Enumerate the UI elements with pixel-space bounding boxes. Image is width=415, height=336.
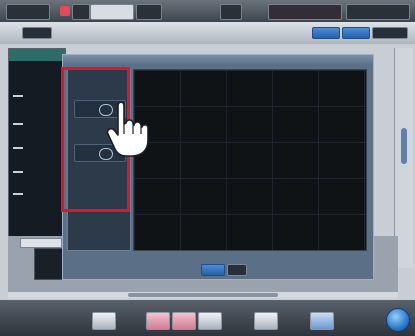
hand-pointer-icon: [106, 101, 149, 157]
ok-button[interactable]: [201, 264, 225, 276]
status-field: [268, 4, 342, 20]
top-indicator: [220, 4, 242, 20]
toolbar-button-right[interactable]: [372, 27, 408, 39]
side-scroll-handle[interactable]: [401, 128, 407, 164]
warning-icon: [60, 6, 70, 16]
toolbar-button-left[interactable]: [22, 27, 52, 39]
top-right-controls[interactable]: [346, 4, 410, 20]
study-list-panel: [8, 48, 66, 238]
bottom-button-6[interactable]: [310, 312, 334, 330]
tab-active[interactable]: [90, 4, 134, 20]
bottom-button-1[interactable]: [92, 312, 116, 330]
list-item[interactable]: [13, 147, 23, 149]
tab-secondary[interactable]: [136, 4, 162, 20]
dialog-title: [63, 55, 373, 65]
bottom-button-5[interactable]: [254, 312, 278, 330]
top-left-status: [6, 4, 50, 20]
toolbar-button-blue-2[interactable]: [342, 27, 370, 39]
bottom-bar: [0, 300, 415, 336]
horizontal-scrollbar[interactable]: [8, 292, 398, 298]
list-item[interactable]: [13, 95, 23, 97]
image-grid-area[interactable]: [133, 69, 367, 251]
top-button-a[interactable]: [72, 4, 90, 20]
confirm-round-button[interactable]: [386, 308, 410, 332]
list-item[interactable]: [13, 171, 23, 173]
bottom-button-4[interactable]: [198, 312, 222, 330]
bottom-button-3[interactable]: [172, 312, 196, 330]
list-item[interactable]: [13, 193, 23, 195]
scrollbar-thumb[interactable]: [128, 293, 278, 297]
thumbnail-tab[interactable]: [20, 238, 62, 248]
list-item[interactable]: [13, 123, 23, 125]
cancel-button[interactable]: [227, 264, 247, 276]
bottom-button-2[interactable]: [146, 312, 170, 330]
toolbar-button-blue[interactable]: [312, 27, 340, 39]
top-bar: [0, 0, 415, 22]
toolbar: [0, 22, 415, 44]
panel-header: [9, 49, 65, 61]
